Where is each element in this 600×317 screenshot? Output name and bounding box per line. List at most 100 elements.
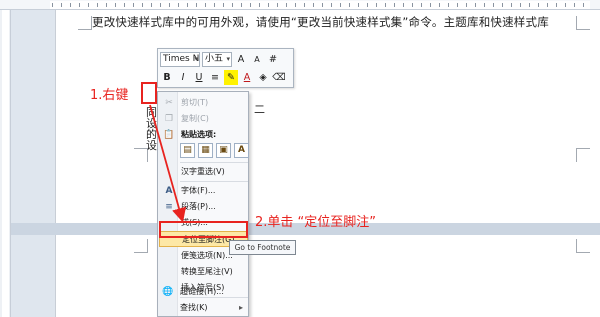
paragraph-shading-button[interactable]: ◈: [256, 70, 270, 85]
menu-item-font[interactable]: A 字体(F)...: [159, 183, 248, 199]
margin-corner-top-left: [78, 16, 92, 30]
chevron-right-icon: ▸: [238, 303, 243, 312]
ruler-tick: [385, 3, 386, 7]
ruler-tick: [70, 3, 71, 7]
ruler-tick: [448, 3, 449, 7]
ruler-tick: [556, 3, 557, 7]
ruler-tick: [142, 3, 143, 7]
ruler-tick: [547, 3, 548, 7]
italic-button[interactable]: I: [176, 70, 190, 85]
chevron-down-icon: ▾: [226, 55, 230, 63]
ruler-tick: [115, 3, 116, 7]
font-color-button[interactable]: A: [240, 70, 254, 85]
underline-button[interactable]: U: [192, 70, 206, 85]
menu-item-paragraph[interactable]: ≡ 段落(P)...: [159, 199, 248, 215]
ruler-tick: [331, 3, 332, 7]
ruler-tick: [358, 3, 359, 7]
ruler-tick: [97, 3, 98, 7]
ruler-tick: [439, 3, 440, 7]
ruler-tick: [304, 3, 305, 7]
picture-icon: ▣: [219, 145, 228, 155]
menu-item-convert-to-endnote[interactable]: 转换至尾注(V): [159, 264, 248, 280]
document-page-1[interactable]: [55, 10, 600, 223]
doc-fragment: 设: [146, 139, 157, 152]
margin-corner-bottom-right: [576, 148, 590, 162]
font-size-combo[interactable]: 小五 ▾: [202, 52, 232, 67]
ruler-tick: [484, 3, 485, 7]
format-painter-button[interactable]: #: [266, 52, 280, 67]
paste-picture-button[interactable]: ▣: [216, 143, 231, 158]
center-align-button[interactable]: ≡: [208, 70, 222, 85]
menu-item-cut[interactable]: ✂ 剪切(T): [159, 95, 248, 111]
clipboard-icon: ▤: [183, 145, 192, 155]
ruler-tick: [367, 3, 368, 7]
ruler-tick: [277, 3, 278, 7]
horizontal-ruler[interactable]: [0, 0, 600, 10]
grow-font-button[interactable]: A: [234, 52, 248, 67]
menu-item-copy[interactable]: ❐ 复制(C): [159, 111, 248, 127]
ruler-tick: [457, 3, 458, 7]
margin-corner-top-right-page2: [576, 239, 590, 253]
ruler-tick: [538, 3, 539, 7]
ruler-tick: [223, 3, 224, 7]
paste-merge-format-button[interactable]: ▦: [198, 143, 213, 158]
menu-item-reconvert[interactable]: 汉字重选(V): [159, 164, 248, 180]
ruler-tick: [232, 3, 233, 7]
document-page-2[interactable]: [55, 235, 600, 317]
ruler-tick: [511, 3, 512, 7]
margin-corner-top-left-page2: [134, 239, 148, 253]
margin-corner-top-right: [576, 16, 590, 30]
ruler-tick: [151, 3, 152, 7]
menu-item-label: 超链接(H)...: [180, 287, 224, 296]
ruler-tick: [376, 3, 377, 7]
clear-format-button[interactable]: ⌫: [272, 70, 286, 85]
menu-item-label: 剪切(T): [181, 98, 209, 107]
menu-item-find[interactable]: 查找(K) ▸: [158, 300, 247, 316]
ruler-tick: [349, 3, 350, 7]
clipboard-brush-icon: ▦: [201, 145, 210, 155]
menu-item-label: 字体(F)...: [181, 186, 216, 195]
ruler-tick: [250, 3, 251, 7]
menu-separator: [180, 162, 248, 163]
ruler-tick: [565, 3, 566, 7]
right-click-target-box: [141, 82, 157, 104]
ruler-tick: [475, 3, 476, 7]
ruler-tick: [502, 3, 503, 7]
font-name-combo[interactable]: Times Ne▾: [160, 52, 200, 67]
ruler-tick: [286, 3, 287, 7]
paint-bucket-icon: ◈: [259, 72, 267, 83]
ruler-text-area: [50, 1, 590, 9]
paste-keep-source-button[interactable]: ▤: [180, 143, 195, 158]
eraser-icon: ⌫: [272, 72, 286, 83]
mini-toolbar-row-2: B I U ≡ ✎ A ◈ ⌫: [160, 69, 286, 86]
ruler-tick: [412, 3, 413, 7]
chevron-down-icon: ▾: [194, 55, 198, 63]
ruler-tick: [295, 3, 296, 7]
highlight-color-button[interactable]: ✎: [224, 70, 238, 85]
font-icon: A: [165, 186, 173, 196]
ruler-tick: [340, 3, 341, 7]
copy-icon: ❐: [164, 114, 174, 124]
ruler-tick: [214, 3, 215, 7]
ruler-tick: [403, 3, 404, 7]
document-body-line: 更改快速样式库中的可用外观，请使用“更改当前快速样式集”命令。主题库和快速样式库: [92, 15, 549, 29]
ruler-text-area-vertical: [2, 10, 9, 317]
paste-text-only-button[interactable]: A: [234, 143, 249, 158]
vertical-ruler[interactable]: [0, 10, 11, 317]
menu-item-label: 段落(P)...: [181, 202, 216, 211]
ruler-tick: [520, 3, 521, 7]
ruler-tick: [61, 3, 62, 7]
bold-button[interactable]: B: [160, 70, 174, 85]
ruler-tick: [394, 3, 395, 7]
ruler-tick: [529, 3, 530, 7]
menu-item-hyperlink[interactable]: 🌐 超链接(H)...: [158, 284, 247, 300]
ruler-tick: [421, 3, 422, 7]
shrink-font-button[interactable]: A: [250, 52, 264, 67]
ruler-tick: [88, 3, 89, 7]
ruler-tick: [187, 3, 188, 7]
ruler-tick: [259, 3, 260, 7]
annotation-step-2: 2.单击 “定位至脚注”: [255, 215, 377, 230]
menu-item-label: 转换至尾注(V): [181, 267, 233, 276]
menu-item-label: 复制(C): [181, 114, 209, 123]
menu-separator: [180, 181, 248, 182]
